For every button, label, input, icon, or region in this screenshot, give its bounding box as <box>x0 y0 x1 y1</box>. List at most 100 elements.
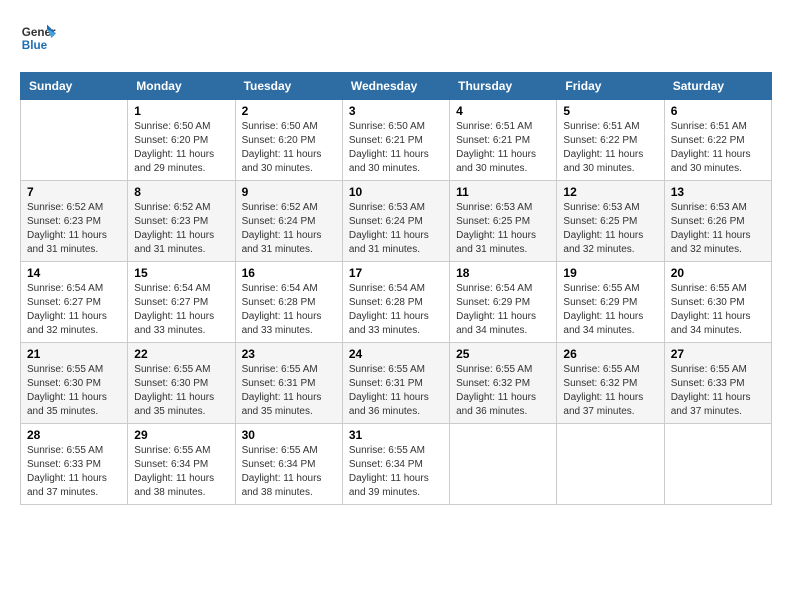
header-monday: Monday <box>128 73 235 100</box>
day-info: Sunrise: 6:53 AMSunset: 6:26 PMDaylight:… <box>671 201 765 257</box>
calendar-cell: 26 Sunrise: 6:55 AMSunset: 6:32 PMDayligh… <box>557 343 664 424</box>
calendar-cell: 15Sunrise: 6:54 AMSunset: 6:27 PMDayligh… <box>128 262 235 343</box>
calendar-cell: 21Sunrise: 6:55 AMSunset: 6:30 PMDayligh… <box>21 343 128 424</box>
calendar-cell: 18Sunrise: 6:54 AMSunset: 6:29 PMDayligh… <box>450 262 557 343</box>
day-number: 31 <box>349 428 443 442</box>
day-info: Sunrise: 6:54 AMSunset: 6:29 PMDaylight:… <box>456 282 550 338</box>
day-info: Sunrise: 6:55 AMSunset: 6:32 PMDaylight:… <box>563 363 657 419</box>
calendar-cell: 19Sunrise: 6:55 AMSunset: 6:29 PMDayligh… <box>557 262 664 343</box>
day-info: Sunrise: 6:55 AMSunset: 6:29 PMDaylight:… <box>563 282 657 338</box>
calendar-cell: 23Sunrise: 6:55 AMSunset: 6:31 PMDayligh… <box>235 343 342 424</box>
day-number: 7 <box>27 185 121 199</box>
day-info: Sunrise: 6:53 AMSunset: 6:24 PMDaylight:… <box>349 201 443 257</box>
day-number: 30 <box>242 428 336 442</box>
day-number: 28 <box>27 428 121 442</box>
day-info: Sunrise: 6:52 AMSunset: 6:23 PMDaylight:… <box>27 201 121 257</box>
day-info: Sunrise: 6:55 AMSunset: 6:30 PMDaylight:… <box>27 363 121 419</box>
week-row-5: 28 Sunrise: 6:55 AMSunset: 6:33 PMDayligh… <box>21 424 772 505</box>
header-saturday: Saturday <box>664 73 771 100</box>
calendar-cell: 20 Sunrise: 6:55 AMSunset: 6:30 PMDayligh… <box>664 262 771 343</box>
day-number: 25 <box>456 347 550 361</box>
header-thursday: Thursday <box>450 73 557 100</box>
logo: General Blue <box>20 20 56 56</box>
calendar-cell: 25 Sunrise: 6:55 AMSunset: 6:32 PMDayligh… <box>450 343 557 424</box>
day-info: Sunrise: 6:51 AMSunset: 6:22 PMDaylight:… <box>671 120 765 176</box>
header-tuesday: Tuesday <box>235 73 342 100</box>
day-info: Sunrise: 6:54 AMSunset: 6:28 PMDaylight:… <box>242 282 336 338</box>
calendar-cell: 2 Sunrise: 6:50 AMSunset: 6:20 PMDaylight… <box>235 100 342 181</box>
day-info: Sunrise: 6:55 AMSunset: 6:33 PMDaylight:… <box>27 444 121 500</box>
svg-text:Blue: Blue <box>22 39 48 52</box>
calendar-cell: 31 Sunrise: 6:55 AMSunset: 6:34 PMDayligh… <box>342 424 449 505</box>
day-info: Sunrise: 6:55 AMSunset: 6:32 PMDaylight:… <box>456 363 550 419</box>
day-info: Sunrise: 6:52 AMSunset: 6:24 PMDaylight:… <box>242 201 336 257</box>
calendar-cell: 8 Sunrise: 6:52 AMSunset: 6:23 PMDaylight… <box>128 181 235 262</box>
calendar-cell: 5 Sunrise: 6:51 AMSunset: 6:22 PMDaylight… <box>557 100 664 181</box>
calendar-cell: 4 Sunrise: 6:51 AMSunset: 6:21 PMDaylight… <box>450 100 557 181</box>
calendar-header-row: SundayMondayTuesdayWednesdayThursdayFrid… <box>21 73 772 100</box>
calendar-cell: 13 Sunrise: 6:53 AMSunset: 6:26 PMDayligh… <box>664 181 771 262</box>
day-number: 15 <box>134 266 228 280</box>
day-number: 24 <box>349 347 443 361</box>
day-info: Sunrise: 6:53 AMSunset: 6:25 PMDaylight:… <box>563 201 657 257</box>
day-number: 20 <box>671 266 765 280</box>
day-info: Sunrise: 6:55 AMSunset: 6:30 PMDaylight:… <box>134 363 228 419</box>
calendar-cell: 7 Sunrise: 6:52 AMSunset: 6:23 PMDaylight… <box>21 181 128 262</box>
day-number: 12 <box>563 185 657 199</box>
week-row-4: 21Sunrise: 6:55 AMSunset: 6:30 PMDayligh… <box>21 343 772 424</box>
day-info: Sunrise: 6:55 AMSunset: 6:30 PMDaylight:… <box>671 282 765 338</box>
day-number: 11 <box>456 185 550 199</box>
day-number: 10 <box>349 185 443 199</box>
day-info: Sunrise: 6:50 AMSunset: 6:20 PMDaylight:… <box>134 120 228 176</box>
day-info: Sunrise: 6:51 AMSunset: 6:22 PMDaylight:… <box>563 120 657 176</box>
day-info: Sunrise: 6:55 AMSunset: 6:31 PMDaylight:… <box>349 363 443 419</box>
day-number: 4 <box>456 104 550 118</box>
day-info: Sunrise: 6:51 AMSunset: 6:21 PMDaylight:… <box>456 120 550 176</box>
day-info: Sunrise: 6:55 AMSunset: 6:34 PMDaylight:… <box>349 444 443 500</box>
calendar-cell: 12 Sunrise: 6:53 AMSunset: 6:25 PMDayligh… <box>557 181 664 262</box>
calendar-cell <box>450 424 557 505</box>
day-info: Sunrise: 6:55 AMSunset: 6:34 PMDaylight:… <box>134 444 228 500</box>
week-row-1: 1 Sunrise: 6:50 AMSunset: 6:20 PMDaylight… <box>21 100 772 181</box>
day-info: Sunrise: 6:55 AMSunset: 6:31 PMDaylight:… <box>242 363 336 419</box>
logo-icon: General Blue <box>20 20 56 56</box>
day-number: 9 <box>242 185 336 199</box>
header-wednesday: Wednesday <box>342 73 449 100</box>
calendar-cell: 9 Sunrise: 6:52 AMSunset: 6:24 PMDaylight… <box>235 181 342 262</box>
day-number: 2 <box>242 104 336 118</box>
day-info: Sunrise: 6:52 AMSunset: 6:23 PMDaylight:… <box>134 201 228 257</box>
day-number: 29 <box>134 428 228 442</box>
calendar-cell: 27Sunrise: 6:55 AMSunset: 6:33 PMDayligh… <box>664 343 771 424</box>
day-info: Sunrise: 6:55 AMSunset: 6:33 PMDaylight:… <box>671 363 765 419</box>
day-number: 1 <box>134 104 228 118</box>
week-row-3: 14Sunrise: 6:54 AMSunset: 6:27 PMDayligh… <box>21 262 772 343</box>
day-info: Sunrise: 6:54 AMSunset: 6:28 PMDaylight:… <box>349 282 443 338</box>
header-friday: Friday <box>557 73 664 100</box>
header: General Blue <box>20 20 772 56</box>
calendar-cell: 22 Sunrise: 6:55 AMSunset: 6:30 PMDayligh… <box>128 343 235 424</box>
calendar-cell: 1 Sunrise: 6:50 AMSunset: 6:20 PMDaylight… <box>128 100 235 181</box>
day-info: Sunrise: 6:54 AMSunset: 6:27 PMDaylight:… <box>27 282 121 338</box>
calendar-cell: 24 Sunrise: 6:55 AMSunset: 6:31 PMDayligh… <box>342 343 449 424</box>
day-number: 8 <box>134 185 228 199</box>
calendar-cell <box>664 424 771 505</box>
calendar-cell <box>557 424 664 505</box>
day-info: Sunrise: 6:55 AMSunset: 6:34 PMDaylight:… <box>242 444 336 500</box>
calendar-cell: 30 Sunrise: 6:55 AMSunset: 6:34 PMDayligh… <box>235 424 342 505</box>
calendar-cell: 28 Sunrise: 6:55 AMSunset: 6:33 PMDayligh… <box>21 424 128 505</box>
day-number: 26 <box>563 347 657 361</box>
calendar-cell: 17Sunrise: 6:54 AMSunset: 6:28 PMDayligh… <box>342 262 449 343</box>
day-number: 16 <box>242 266 336 280</box>
calendar-cell: 10 Sunrise: 6:53 AMSunset: 6:24 PMDayligh… <box>342 181 449 262</box>
day-number: 22 <box>134 347 228 361</box>
calendar-cell: 16 Sunrise: 6:54 AMSunset: 6:28 PMDayligh… <box>235 262 342 343</box>
day-info: Sunrise: 6:50 AMSunset: 6:20 PMDaylight:… <box>242 120 336 176</box>
calendar-cell: 6Sunrise: 6:51 AMSunset: 6:22 PMDaylight… <box>664 100 771 181</box>
day-number: 13 <box>671 185 765 199</box>
page-container: General Blue SundayMondayTuesdayWednesda… <box>20 20 772 505</box>
week-row-2: 7 Sunrise: 6:52 AMSunset: 6:23 PMDaylight… <box>21 181 772 262</box>
calendar-cell: 3Sunrise: 6:50 AMSunset: 6:21 PMDaylight… <box>342 100 449 181</box>
calendar-cell <box>21 100 128 181</box>
header-sunday: Sunday <box>21 73 128 100</box>
day-number: 5 <box>563 104 657 118</box>
